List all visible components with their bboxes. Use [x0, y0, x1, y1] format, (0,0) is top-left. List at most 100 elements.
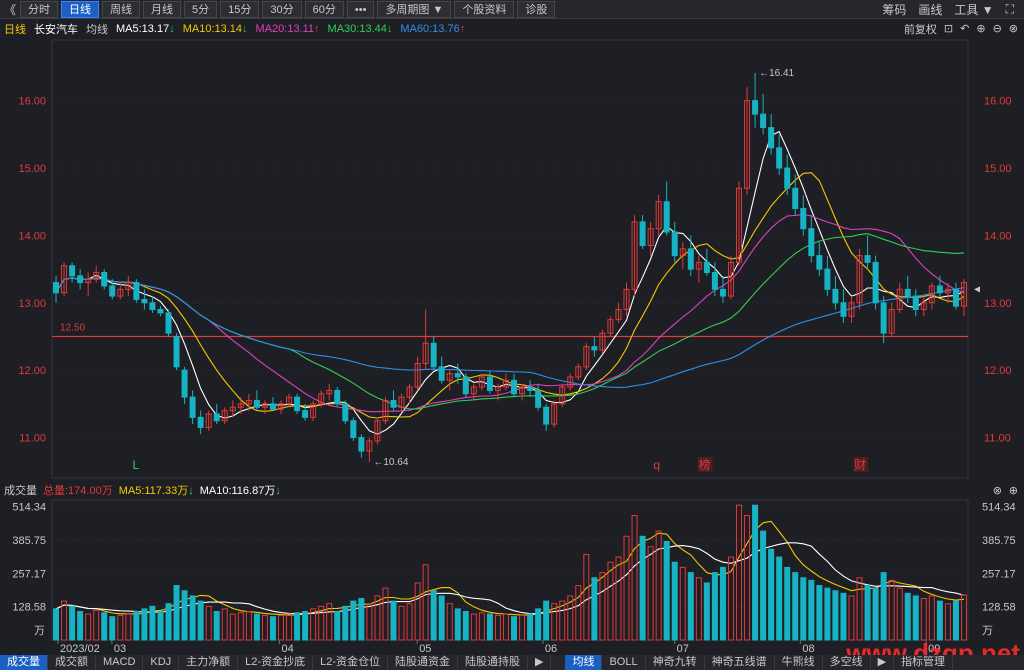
volume-bar — [197, 600, 204, 641]
volume-bar — [125, 613, 132, 641]
indicator-tab[interactable]: KDJ — [143, 655, 180, 670]
volume-tick-left: 514.34 — [12, 502, 46, 514]
volume-bar — [334, 610, 341, 641]
volume-bar — [213, 610, 220, 641]
volume-bar — [502, 613, 509, 641]
indicator-tab[interactable]: 陆股通资金 — [388, 655, 458, 670]
indicator-tab[interactable]: 陆股通持股 — [458, 655, 528, 670]
volume-bar — [575, 585, 582, 641]
volume-bar — [101, 612, 108, 641]
candle-body — [69, 265, 76, 277]
candle-body — [486, 376, 493, 391]
volume-bar — [406, 603, 413, 641]
volume-bar — [253, 613, 260, 641]
event-marker: 财 — [854, 458, 866, 472]
volume-bar — [366, 603, 373, 641]
price-tick-right: 16.00 — [984, 96, 1012, 108]
volume-bar — [133, 610, 140, 641]
volume-bar — [342, 605, 349, 641]
volume-bar — [920, 598, 927, 641]
indicator-tab[interactable]: MACD — [96, 655, 144, 670]
volume-bar — [269, 616, 276, 641]
volume-bar — [776, 556, 783, 641]
candle-body — [342, 403, 349, 422]
indicator-tab[interactable]: 神奇九转 — [646, 655, 705, 670]
volume-bar — [880, 572, 887, 641]
volume-bar — [904, 592, 911, 641]
volume-add-icon[interactable]: ⊕ — [1009, 484, 1018, 497]
volume-tick-right: 128.58 — [982, 602, 1016, 614]
candle-body — [101, 271, 108, 287]
candle-body — [864, 255, 871, 263]
volume-bar — [53, 608, 60, 641]
x-tick-label: 04 — [282, 643, 294, 655]
volume-close-icon[interactable]: ⊗ — [993, 484, 1002, 497]
candle-body — [53, 282, 60, 294]
volume-bar — [687, 572, 694, 641]
indicator-tab[interactable]: 指标管理 — [894, 655, 954, 670]
volume-bar — [639, 535, 646, 641]
volume-bar — [663, 540, 670, 641]
volume-bar — [832, 590, 839, 641]
indicator-tab[interactable]: ▶ — [528, 655, 552, 670]
volume-bar — [896, 587, 903, 641]
candle-body — [197, 416, 204, 428]
volume-bar — [302, 610, 309, 641]
volume-ma5: MA5:117.33万↓ — [118, 485, 194, 497]
volume-bar — [583, 553, 590, 641]
candle-body — [752, 100, 759, 115]
price-tick-left: 12.00 — [18, 365, 46, 377]
indicator-tab[interactable]: L2-资金仓位 — [313, 655, 388, 670]
candle-body — [711, 271, 718, 290]
volume-bar — [760, 530, 767, 641]
indicator-tab[interactable]: ▶ — [871, 655, 895, 670]
candle-body — [302, 410, 309, 418]
volume-bar — [952, 600, 959, 641]
candle-body — [511, 379, 518, 395]
candle-body — [639, 221, 646, 247]
volume-bar — [446, 603, 453, 641]
indicator-tab[interactable]: BOLL — [602, 655, 646, 670]
volume-bar — [864, 585, 871, 641]
volume-bar — [181, 590, 188, 641]
indicator-tab[interactable]: 主力净额 — [179, 655, 239, 670]
volume-bar — [511, 616, 518, 641]
candle-body — [165, 312, 172, 334]
volume-tick-left: 128.58 — [12, 602, 46, 614]
volume-bar — [478, 612, 485, 641]
candle-body — [157, 309, 164, 314]
candle-body — [832, 288, 839, 304]
volume-tick-left: 385.75 — [12, 535, 46, 547]
candle-body — [591, 346, 598, 351]
volume-bar — [695, 577, 702, 641]
volume-bar — [350, 600, 357, 641]
volume-tick-right: 385.75 — [982, 535, 1016, 547]
indicator-tab[interactable]: L2-资金抄底 — [238, 655, 314, 670]
indicator-tab[interactable]: 均线 — [565, 655, 603, 670]
volume-bar — [205, 605, 212, 641]
candle-body — [936, 285, 943, 294]
indicator-tab[interactable]: 多空线 — [823, 655, 871, 670]
volume-bar — [414, 582, 421, 641]
volume-tick-right: 514.34 — [982, 502, 1016, 514]
indicator-tab[interactable]: 神奇五线谱 — [705, 655, 775, 670]
volume-bar — [221, 608, 228, 641]
volume-bar — [631, 515, 638, 641]
candle-body — [912, 295, 919, 311]
candle-body — [189, 396, 196, 418]
volume-bar — [736, 504, 742, 641]
candle-body — [213, 413, 220, 422]
indicator-tab[interactable]: 成交量 — [0, 655, 48, 670]
volume-bar — [655, 530, 662, 641]
volume-bar — [294, 612, 301, 641]
candle-body — [816, 255, 823, 270]
price-tick-right: 11.00 — [984, 433, 1011, 445]
candle-body — [776, 147, 783, 169]
volume-bar — [77, 610, 84, 641]
x-tick-label: 06 — [545, 643, 557, 655]
volume-bar — [607, 561, 614, 641]
kline-chart[interactable]: 16.00 16.00 15.00 15.00 14.00 14.00 13.00 13.00… — [0, 0, 1024, 670]
indicator-tab[interactable]: 成交额 — [48, 655, 96, 670]
indicator-tab[interactable]: 牛熊线 — [775, 655, 823, 670]
candle-body — [760, 113, 767, 129]
